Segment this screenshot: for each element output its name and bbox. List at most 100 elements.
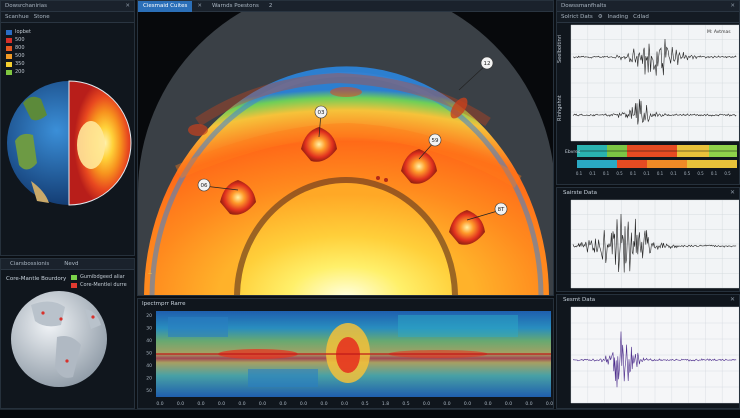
spectrogram-title: Ipectmprr Rarre <box>142 301 186 307</box>
spec-x-tick: 0.0 <box>238 401 245 407</box>
colorbar-tick: 0.1 <box>630 171 637 176</box>
spec-x-tick: 0.0 <box>279 401 286 407</box>
spec-x-tick: 1.8 <box>382 401 389 407</box>
seismic-data-panel-a: Sairste Data ✕ <box>556 187 740 292</box>
colorbar-tick: 0.5 <box>697 171 704 176</box>
seismogram-title: Dowssmanfhalts <box>561 3 607 9</box>
spec-y-tick: 40 <box>146 338 152 344</box>
world-globe-map[interactable] <box>1 289 135 409</box>
colorbar-tick: 0.1 <box>711 171 718 176</box>
spec-y-tick: 50 <box>146 388 152 394</box>
close-icon[interactable]: ✕ <box>197 3 202 9</box>
hotspot-label: 12 <box>484 61 491 67</box>
colorbar-tick: 0.1 <box>589 171 596 176</box>
spec-x-tick: 0.0 <box>156 401 163 407</box>
tab-ciesmaid-cuites[interactable]: Ciesmaid Cuites <box>138 1 193 12</box>
spec-x-tick: 0.5 <box>361 401 368 407</box>
event-marker[interactable] <box>65 359 69 363</box>
colorbar-tick: 0.1 <box>670 171 677 176</box>
seismic-trace-b[interactable] <box>557 305 740 409</box>
legend-swatch <box>71 282 77 288</box>
close-icon[interactable]: ✕ <box>730 3 735 9</box>
spec-x-tick: 0.0 <box>197 401 204 407</box>
spec-y-tick: 20 <box>146 313 152 319</box>
close-icon[interactable]: ✕ <box>125 3 130 9</box>
tab-nevd[interactable]: Nevd <box>59 259 83 270</box>
seismic-trace-a[interactable] <box>557 198 740 292</box>
colorbar-tick: 0.5 <box>724 171 731 176</box>
spec-y-tick: 20 <box>146 376 152 382</box>
spec-x-tick: 0.0 <box>423 401 430 407</box>
tab-count-badge: 2 <box>268 3 273 9</box>
legend-item: Core-Mentlei durre <box>71 281 127 289</box>
toolbar-item-stone[interactable]: Stone <box>34 14 50 20</box>
cross-section-tabs: Ciesmaid Cuites ✕ Warnds Poestons 2 <box>138 1 553 12</box>
legend-item: Gumibdgeed aliar <box>71 273 127 281</box>
spec-x-tick: 0.0 <box>320 401 327 407</box>
legend-label: Core-Mentlei durre <box>80 282 127 288</box>
colorbar-tick: 0.5 <box>684 171 691 176</box>
trace2-label: Rinhgehnt <box>557 95 563 121</box>
earth-layers-panel: Dowsrchanirias ✕ Scanhue Stone Iopbet 500… <box>0 0 135 256</box>
seismogram-traces[interactable]: Seelboltinri Rinhgehnt M: Avtmas Ebvres … <box>557 23 740 185</box>
spec-x-tick: 0.5 <box>402 401 409 407</box>
colorbar-tick: 0.1 <box>603 171 610 176</box>
colorbar-tick: 0.1 <box>576 171 583 176</box>
toolbar-item-cdlad[interactable]: Cdlad <box>633 14 649 20</box>
core-mantle-panel: Ciarsbossionis Nevd Core-Mantle Bourdory… <box>0 258 135 409</box>
hotspot-label: 03 <box>318 110 325 116</box>
earth-cutaway-globe[interactable] <box>1 23 135 253</box>
toolbar-item-solrict[interactable]: Solrict Dats <box>561 14 593 20</box>
seismogram-panel-header: Dowssmanfhalts ✕ <box>557 1 739 12</box>
settings-icon[interactable]: ⚙ <box>598 14 603 20</box>
seismic-data-title-b: Sesmt Data <box>563 297 596 303</box>
close-icon[interactable]: ✕ <box>730 189 735 196</box>
colorbar-tick: 0.1 <box>657 171 664 176</box>
event-marker[interactable] <box>59 317 63 321</box>
seismogram-panel: Dowssmanfhalts ✕ Solrict Dats ⚙ Inading … <box>556 0 740 185</box>
close-icon[interactable]: ✕ <box>730 296 735 303</box>
spec-x-tick: 0.0 <box>443 401 450 407</box>
spec-y-tick: 50 <box>146 351 152 357</box>
axis-indicator-icon: ⟂ <box>148 269 152 276</box>
core-mantle-legend: Gumibdgeed aliar Core-Mentlei durre <box>71 273 127 289</box>
colorbar-tick: 0.1 <box>643 171 650 176</box>
event-marker[interactable] <box>91 315 95 319</box>
spec-x-tick: 0.0 <box>341 401 348 407</box>
spec-x-tick: 0.0 <box>484 401 491 407</box>
hotspot-label: 59 <box>432 138 439 144</box>
toolbar-item-scanhue[interactable]: Scanhue <box>5 14 29 20</box>
spectrogram-plot[interactable]: 20 30 40 50 40 20 50 0.0 0.0 0.0 0.0 0.0 0.0 0.0 0.0 0… <box>138 309 554 409</box>
spec-x-tick: 0.0 <box>218 401 225 407</box>
spec-x-tick: 0.0 <box>505 401 512 407</box>
earth-layers-panel-header: Dowsrchanirias ✕ <box>1 1 134 12</box>
trace1-note: M: Avtmas <box>707 29 731 35</box>
tab-ciarsbossionis[interactable]: Ciarsbossionis <box>5 259 54 270</box>
seismic-data-title-a: Sairste Data <box>563 190 597 196</box>
colorbar-tick: 0.5 <box>616 171 623 176</box>
spec-y-tick: 40 <box>146 363 152 369</box>
core-mantle-title: Core-Mantle Bourdory <box>6 276 67 282</box>
trace1-label: Seelboltinri <box>557 35 563 63</box>
spec-x-tick: 0.0 <box>525 401 532 407</box>
seismic-data-panel-b: Sesmt Data ✕ <box>556 294 740 409</box>
spec-x-tick: 0.0 <box>177 401 184 407</box>
cross-section-panel: Ciesmaid Cuites ✕ Warnds Poestons 2 03 5… <box>137 0 554 296</box>
legend-swatch <box>71 274 77 280</box>
colorbar-label: Ebvres <box>565 149 581 155</box>
event-marker[interactable] <box>41 311 45 315</box>
spectrogram-panel: Ipectmprr Rarre 20 30 40 50 40 20 50 0.0 0.0 0.0… <box>137 298 554 409</box>
hotspot-label: 8T <box>498 207 505 213</box>
core-mantle-panel-header: Ciarsbossionis Nevd <box>1 259 134 270</box>
earth-layers-toolbar: Scanhue Stone <box>1 12 134 23</box>
seismogram-toolbar: Solrict Dats ⚙ Inading Cdlad <box>557 12 739 23</box>
tab-warnds-poestons[interactable]: Warnds Poestons <box>207 1 264 12</box>
spec-x-tick: 0.0 <box>464 401 471 407</box>
hotspot-label: 06 <box>201 183 208 189</box>
toolbar-item-inading[interactable]: Inading <box>608 14 628 20</box>
spec-x-tick: 0.0 <box>259 401 266 407</box>
legend-label: Gumibdgeed aliar <box>80 274 125 280</box>
spec-y-tick: 30 <box>146 326 152 332</box>
earth-cross-section[interactable]: 03 59 06 8T 12 ⟂ <box>138 12 554 296</box>
spec-x-tick: 0.0 <box>300 401 307 407</box>
